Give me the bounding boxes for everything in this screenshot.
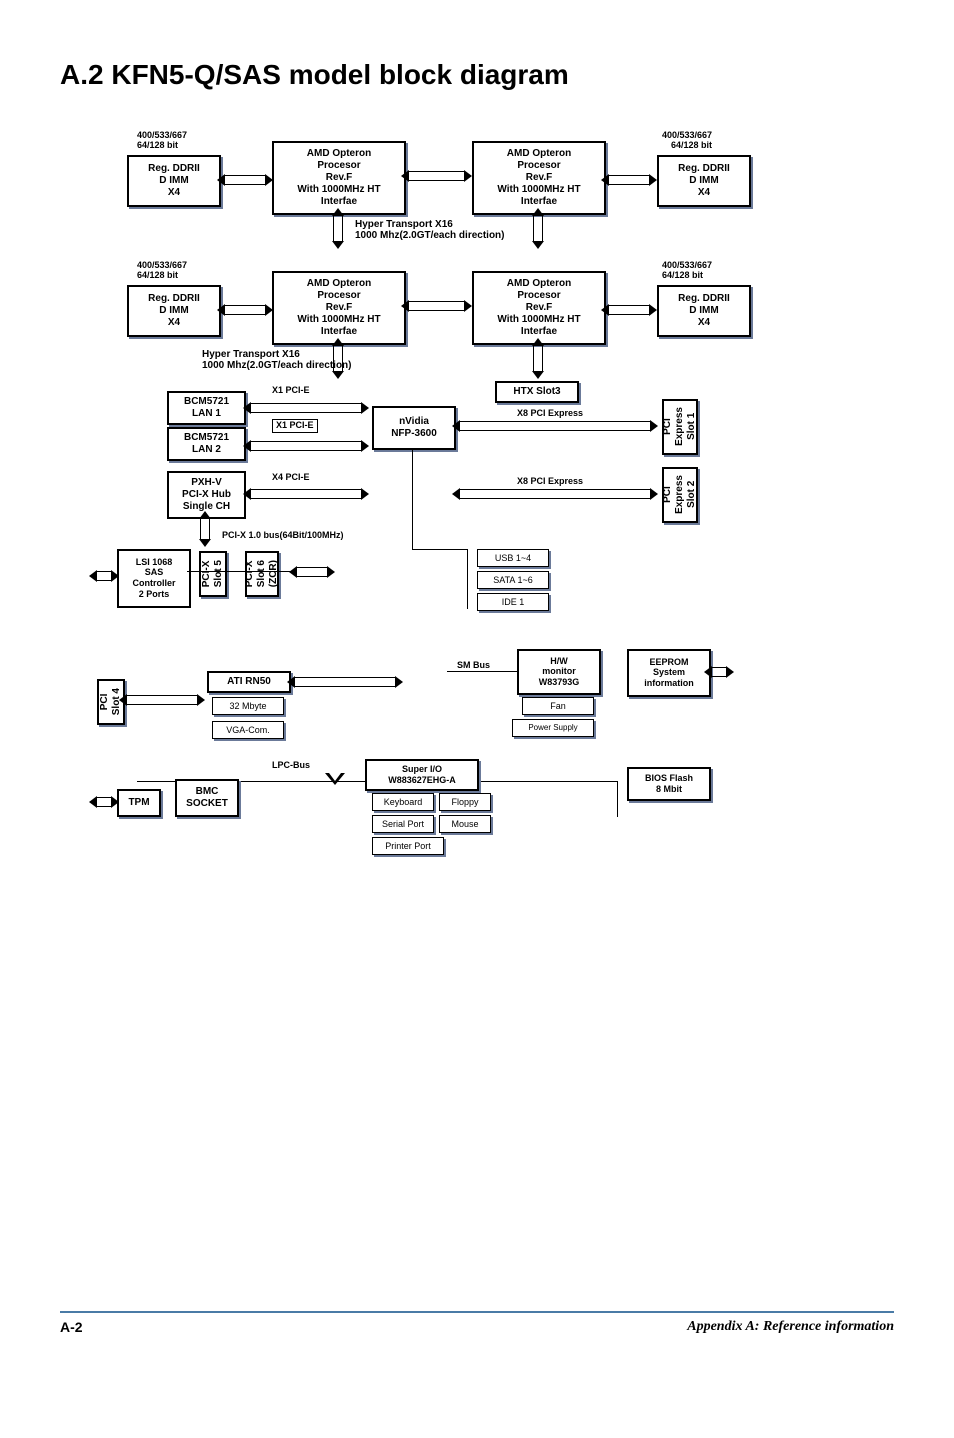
- pcie-slot2-box: PCIExpressSlot 2: [662, 467, 698, 523]
- ht-arrow-1a: [333, 216, 343, 241]
- x8-label-1: X8 PCI Express: [517, 409, 583, 419]
- pcix-slot5-box: PCI-XSlot 5: [199, 551, 227, 597]
- eeprom-arrow: [712, 667, 726, 677]
- pcix-bus-label: PCI-X 1.0 bus(64Bit/100MHz): [222, 531, 344, 541]
- superio-box: Super I/OW883627EHG-A: [365, 759, 479, 791]
- mem-speed-label-ml: 400/533/66764/128 bit: [137, 261, 187, 281]
- ht-label-1: Hyper Transport X161000 Mhz(2.0GT/each d…: [355, 219, 505, 241]
- ddr-box-mr: Reg. DDRIID IMMX4: [657, 285, 751, 337]
- nvidia-to-periph-line: [412, 549, 467, 550]
- cpu-box-2: AMD OpteronProcesorRev.FWith 1000MHz HTI…: [472, 141, 606, 215]
- link-cpu-dimm-tr: [609, 175, 649, 185]
- lpc-arrow-down: [325, 773, 345, 785]
- x1-pcie-label-1: X1 PCI-E: [272, 386, 310, 396]
- cpu-box-1: AMD OpteronProcesorRev.FWith 1000MHz HTI…: [272, 141, 406, 215]
- ati-link: [295, 677, 395, 687]
- lsi-box: LSI 1068SASController2 Ports: [117, 549, 191, 608]
- htx-slot-box: HTX Slot3: [495, 381, 579, 403]
- mem32-box: 32 Mbyte: [212, 697, 284, 715]
- nvidia-box: nVidiaNFP-3600: [372, 406, 456, 450]
- ide-box: IDE 1: [477, 593, 549, 611]
- floppy-box: Floppy: [439, 793, 491, 811]
- pcie-slot1-text: PCIExpressSlot 1: [662, 407, 698, 446]
- eeprom-box: EEPROMSysteminformation: [627, 649, 711, 697]
- keyboard-box: Keyboard: [372, 793, 434, 811]
- ddr-box-tr: Reg. DDRIID IMMX4: [657, 155, 751, 207]
- serial-box: Serial Port: [372, 815, 434, 833]
- bmc-box: BMCSOCKET: [175, 779, 239, 817]
- pcix-slot5-text: PCI-XSlot 5: [201, 560, 225, 587]
- sata-box: SATA 1~6: [477, 571, 549, 589]
- link-x8-2: [460, 489, 650, 499]
- lan1-box: BCM5721LAN 1: [167, 391, 246, 425]
- nvidia-vline: [412, 449, 413, 549]
- link-cpu-dimm-mr: [609, 305, 649, 315]
- pcix-bus-end-arrow: [297, 567, 327, 577]
- tpm-arrow: [97, 797, 111, 807]
- lpc-label: LPC-Bus: [272, 761, 310, 771]
- link-lan2-x1: [251, 441, 361, 451]
- pcix-slot6-box: PCI-XSlot 6(ZCR): [245, 551, 279, 597]
- footer-appendix-title: Appendix A: Reference information: [687, 1319, 894, 1335]
- link-cpu3-cpu4: [409, 301, 464, 311]
- usb-sata-ide-vline: [467, 549, 468, 609]
- page-title: A.2 KFN5-Q/SAS model block diagram: [60, 59, 894, 91]
- x8-label-2: X8 PCI Express: [517, 477, 583, 487]
- mem-speed-label-mr: 400/533/66764/128 bit: [662, 261, 712, 281]
- lsi-out-arrow: [97, 571, 111, 581]
- link-pxhv-nvidia: [251, 489, 361, 499]
- link-dimm-cpu-tl: [225, 175, 265, 185]
- cpu-box-4: AMD OpteronProcesorRev.FWith 1000MHz HTI…: [472, 271, 606, 345]
- psu-box: Power Supply: [512, 719, 594, 737]
- link-cpu1-cpu2: [409, 171, 464, 181]
- link-dimm-cpu-ml: [225, 305, 265, 315]
- pcie-slot2-text: PCIExpressSlot 2: [662, 475, 698, 514]
- ht-arrow-1b: [533, 216, 543, 241]
- ht-arrow-2b: [533, 346, 543, 371]
- pcix-slot6-text: PCI-XSlot 6(ZCR): [244, 560, 280, 587]
- x4-pcie-label: X4 PCI-E: [272, 473, 310, 483]
- vga-box: VGA-Com.: [212, 721, 284, 739]
- bios-box: BIOS Flash8 Mbit: [627, 767, 711, 801]
- smbus-label: SM Bus: [457, 661, 490, 671]
- cpu-box-3: AMD OpteronProcesorRev.FWith 1000MHz HTI…: [272, 271, 406, 345]
- pcie-slot1-box: PCIExpressSlot 1: [662, 399, 698, 455]
- block-diagram: 400/533/66764/128 bit Reg. DDRIID IMMX4 …: [97, 131, 857, 1191]
- ati-box: ATI RN50: [207, 671, 291, 693]
- usb-box: USB 1~4: [477, 549, 549, 567]
- lan2-box: BCM5721LAN 2: [167, 427, 246, 461]
- x1-pcie-label-2: X1 PCI-E: [272, 419, 318, 433]
- hw-monitor-box: H/WmonitorW83793G: [517, 649, 601, 695]
- ddr-box-tl: Reg. DDRIID IMMX4: [127, 155, 221, 207]
- ht-label-2: Hyper Transport X161000 Mhz(2.0GT/each d…: [202, 349, 352, 371]
- ddr-box-ml: Reg. DDRIID IMMX4: [127, 285, 221, 337]
- mem-speed-label-tr: 400/533/66764/128 bit: [662, 131, 712, 151]
- link-lan1-x1: [251, 403, 361, 413]
- bios-vline: [617, 781, 618, 817]
- tpm-box: TPM: [117, 789, 161, 817]
- printer-box: Printer Port: [372, 837, 444, 855]
- smbus-line: [447, 671, 517, 672]
- link-x8-1: [460, 421, 650, 431]
- page-footer: A-2 Appendix A: Reference information: [60, 1311, 894, 1335]
- pci-slot4-link: [127, 695, 197, 705]
- pcix-bus-arrow: [200, 519, 210, 539]
- footer-page-number: A-2: [60, 1319, 83, 1335]
- fan-box: Fan: [522, 697, 594, 715]
- mouse-box: Mouse: [439, 815, 491, 833]
- pcix-bus-line: [187, 571, 297, 572]
- mem-speed-label-tl: 400/533/66764/128 bit: [137, 131, 187, 151]
